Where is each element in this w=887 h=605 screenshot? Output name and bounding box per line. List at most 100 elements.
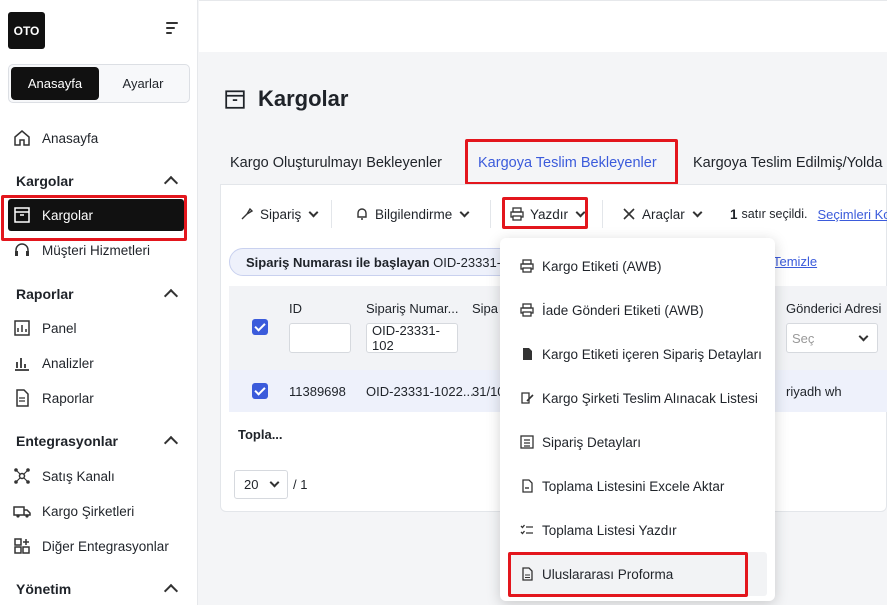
sidebar: OTO Anasayfa Ayarlar Anasayfa Kargolar K… [0,0,198,605]
col-header-siparis[interactable]: Sipariş Numar... [366,301,458,316]
chevron-up-icon [163,288,179,304]
sidebar-item-diger[interactable]: Diğer Entegrasyonlar [12,531,169,561]
siparis-button[interactable]: Sipariş [240,204,319,224]
bilgilendirme-label: Bilgilendirme [375,206,453,222]
grid-plus-icon [14,538,30,554]
row-siparis[interactable]: OID-23331-1022... [366,384,474,399]
sidebar-item-kargo-sirketleri[interactable]: Kargo Şirketleri [12,496,134,526]
menu-item-label: Toplama Listesini Excele Aktar [542,478,725,494]
divider [331,200,332,228]
col-header-sipa[interactable]: Sipa [472,301,498,316]
print-menu: Kargo Etiketi (AWB) İade Gönderi Etiketi… [500,238,775,601]
bilgilendirme-button[interactable]: Bilgilendirme [355,204,470,224]
group-label: Yönetim [16,581,72,597]
bell-icon [357,208,367,220]
top-bar [199,0,887,52]
clear-filters-link[interactable]: Temizle [773,254,817,269]
row-checkbox[interactable] [252,383,268,399]
araclar-button[interactable]: Araçlar [622,204,703,224]
chevron-down-icon [692,207,703,217]
col-header-gonderici[interactable]: Gönderici Adresi [786,301,881,316]
sidebar-item-analizler[interactable]: Analizler [12,348,94,378]
group-raporlar[interactable]: Raporlar [16,286,179,304]
tool-icon [241,207,254,220]
sidebar-item-label: Kargolar [42,207,94,223]
menu-item-label: İade Gönderi Etiketi (AWB) [542,302,704,318]
col-header-id[interactable]: ID [289,301,302,316]
menu-item-siparis-detaylari[interactable]: Sipariş Detayları [500,420,775,464]
menu-item-kargo-etiketi[interactable]: Kargo Etiketi (AWB) [500,244,775,288]
chevron-down-icon [308,207,319,217]
page-size-select[interactable]: 20 [234,470,288,499]
home-settings-switch: Anasayfa Ayarlar [8,64,190,103]
headset-icon [15,243,29,256]
tab-kargo-olusturulmayi[interactable]: Kargo Oluşturulmayı Bekleyenler [230,155,442,171]
document-icon [16,389,29,407]
tab-kargoya-teslim-edilmis[interactable]: Kargoya Teslim Edilmiş/Yolda [693,155,882,171]
menu-item-label: Toplama Listesi Yazdır [542,522,677,538]
group-yonetim[interactable]: Yönetim [16,581,179,599]
document-icon [523,348,532,360]
menu-item-toplama-yazdir[interactable]: Toplama Listesi Yazdır [500,508,775,552]
sidebar-item-satis[interactable]: Satış Kanalı [12,461,115,491]
page-title-text: Kargolar [258,86,349,111]
segment-settings[interactable]: Ayarlar [99,67,187,100]
printer-icon [520,259,534,273]
filter-chip[interactable]: Sipariş Numarası ile başlayan OID-23331- [229,248,519,276]
chevron-up-icon [163,175,179,191]
checklist-icon [520,524,533,535]
group-label: Raporlar [16,286,74,302]
row-gonderici: riyadh wh [786,384,842,399]
sidebar-item-label: Panel [42,320,77,336]
menu-item-label: Kargo Etiketi (AWB) [542,258,662,274]
menu-item-label: Kargo Şirketi Teslim Alınacak Listesi [542,390,758,406]
menu-item-teslim-listesi[interactable]: Kargo Şirketi Teslim Alınacak Listesi [500,376,775,420]
filter-value: OID-23331- [433,254,502,270]
sidebar-item-label: Satış Kanalı [42,468,115,484]
sidebar-item-raporlar[interactable]: Raporlar [12,383,94,413]
siparis-filter-input[interactable]: OID-23331-102 [366,323,458,353]
filter-label: Sipariş Numarası ile başlayan [246,254,430,270]
printer-icon [520,303,534,317]
document-icon [522,567,533,581]
sidebar-item-label: Analizler [42,355,94,371]
yazdir-button[interactable]: Yazdır [510,204,586,224]
app-logo[interactable]: OTO [8,12,45,49]
sidebar-item-label: Diğer Entegrasyonlar [42,538,169,554]
box-icon [14,207,30,223]
menu-item-label: Kargo Etiketi içeren Sipariş Detayları [542,346,762,362]
segment-home[interactable]: Anasayfa [11,67,99,100]
list-icon [520,435,534,449]
selected-count: 1 [730,206,738,222]
sidebar-item-home[interactable]: Anasayfa [12,123,98,153]
sidebar-item-label: Raporlar [42,390,94,406]
group-kargolar[interactable]: Kargolar [16,173,179,191]
divider [490,200,491,228]
group-entegrasyonlar[interactable]: Entegrasyonlar [16,433,179,451]
sidebar-item-kargolar[interactable]: Kargolar [8,199,184,231]
printer-icon [510,207,524,221]
tab-kargoya-teslim-bekleyenler[interactable]: Kargoya Teslim Bekleyenler [478,155,657,171]
row-id: 11389698 [289,384,346,399]
select-all-checkbox[interactable] [252,319,268,335]
network-icon [14,468,30,484]
menu-item-label: Sipariş Detayları [542,434,642,450]
menu-item-excel-aktar[interactable]: Toplama Listesini Excele Aktar [500,464,775,508]
sidebar-item-musteri[interactable]: Müşteri Hizmetleri [12,235,150,265]
sidebar-item-panel[interactable]: Panel [12,313,77,343]
collapse-menu-icon[interactable] [166,22,180,34]
menu-item-iade-etiketi[interactable]: İade Gönderi Etiketi (AWB) [500,288,775,332]
chevron-down-icon [575,207,586,217]
gonderici-placeholder: Seç [792,330,815,346]
gonderici-select[interactable]: Seç [786,323,878,353]
edit-document-icon [521,392,534,404]
page-size-value: 20 [244,477,259,492]
id-filter-input[interactable] [289,323,351,353]
dashboard-icon [14,320,30,336]
menu-item-uluslararasi-proforma[interactable]: Uluslararası Proforma [510,552,767,596]
menu-item-etiket-siparis-detay[interactable]: Kargo Etiketi içeren Sipariş Detayları [500,332,775,376]
clear-selection-link[interactable]: Seçimleri Ko [818,207,887,222]
selection-info: 1 satır seçildi. Seçimleri Ko [730,204,887,224]
table-footer-total: Topla... [238,427,283,442]
selected-text: satır seçildi. [741,207,808,221]
